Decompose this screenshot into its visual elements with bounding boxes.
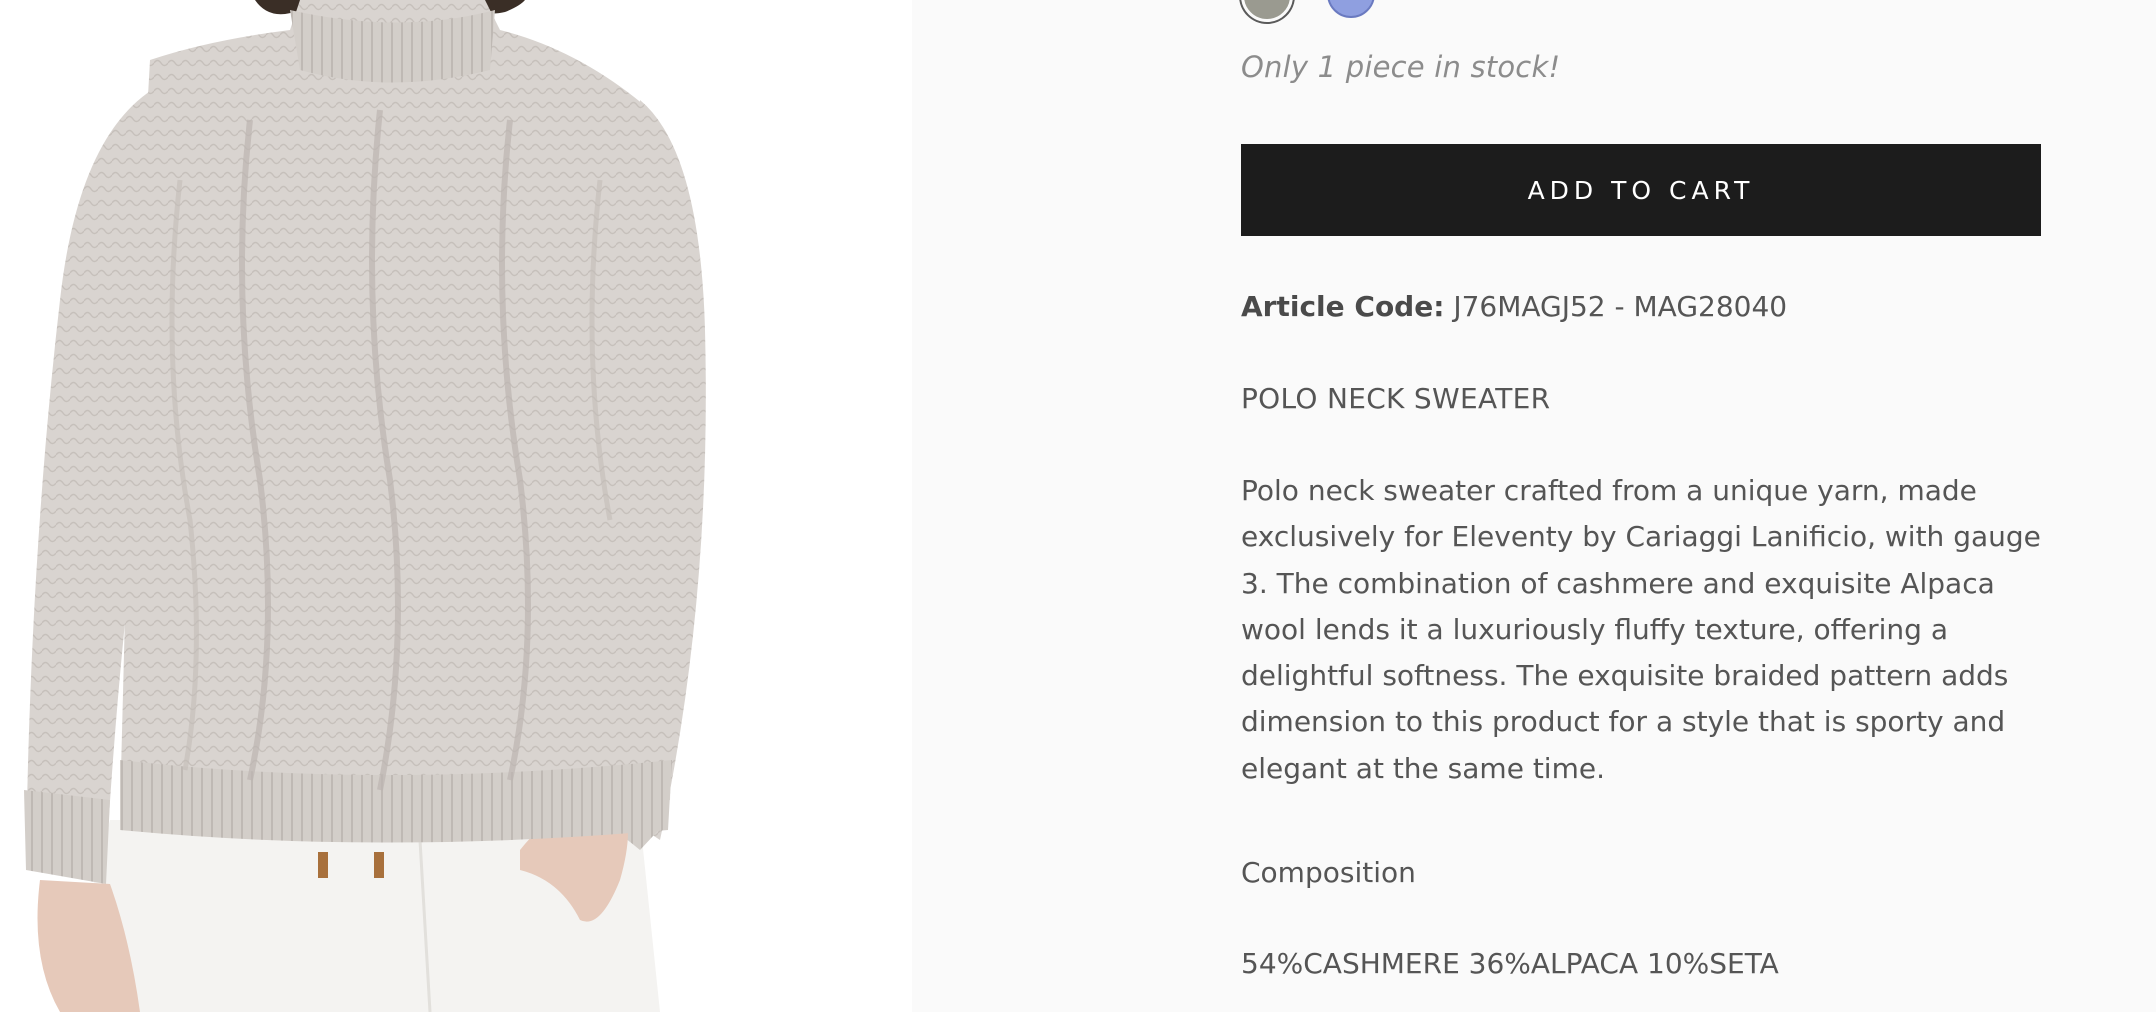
article-code-label: Article Code:	[1241, 290, 1445, 323]
add-to-cart-button[interactable]: ADD TO CART	[1241, 144, 2041, 236]
composition-value: 54%CASHMERE 36%ALPACA 10%SETA	[1241, 947, 1779, 980]
article-code: Article Code: J76MAGJ52 - MAG28040	[1241, 290, 1787, 323]
composition-label: Composition	[1241, 856, 1416, 889]
sweater-illustration	[24, 0, 706, 1012]
product-image[interactable]	[0, 0, 912, 1012]
product-page: Only 1 piece in stock! ADD TO CART Artic…	[0, 0, 2156, 1012]
article-code-value: J76MAGJ52 - MAG28040	[1453, 290, 1788, 323]
color-swatch-periwinkle[interactable]	[1327, 0, 1375, 18]
color-swatch-grey[interactable]	[1241, 0, 1293, 22]
product-name: POLO NECK SWEATER	[1241, 382, 1551, 415]
stock-message: Only 1 piece in stock!	[1241, 50, 1561, 84]
product-description: Polo neck sweater crafted from a unique …	[1241, 474, 2041, 785]
